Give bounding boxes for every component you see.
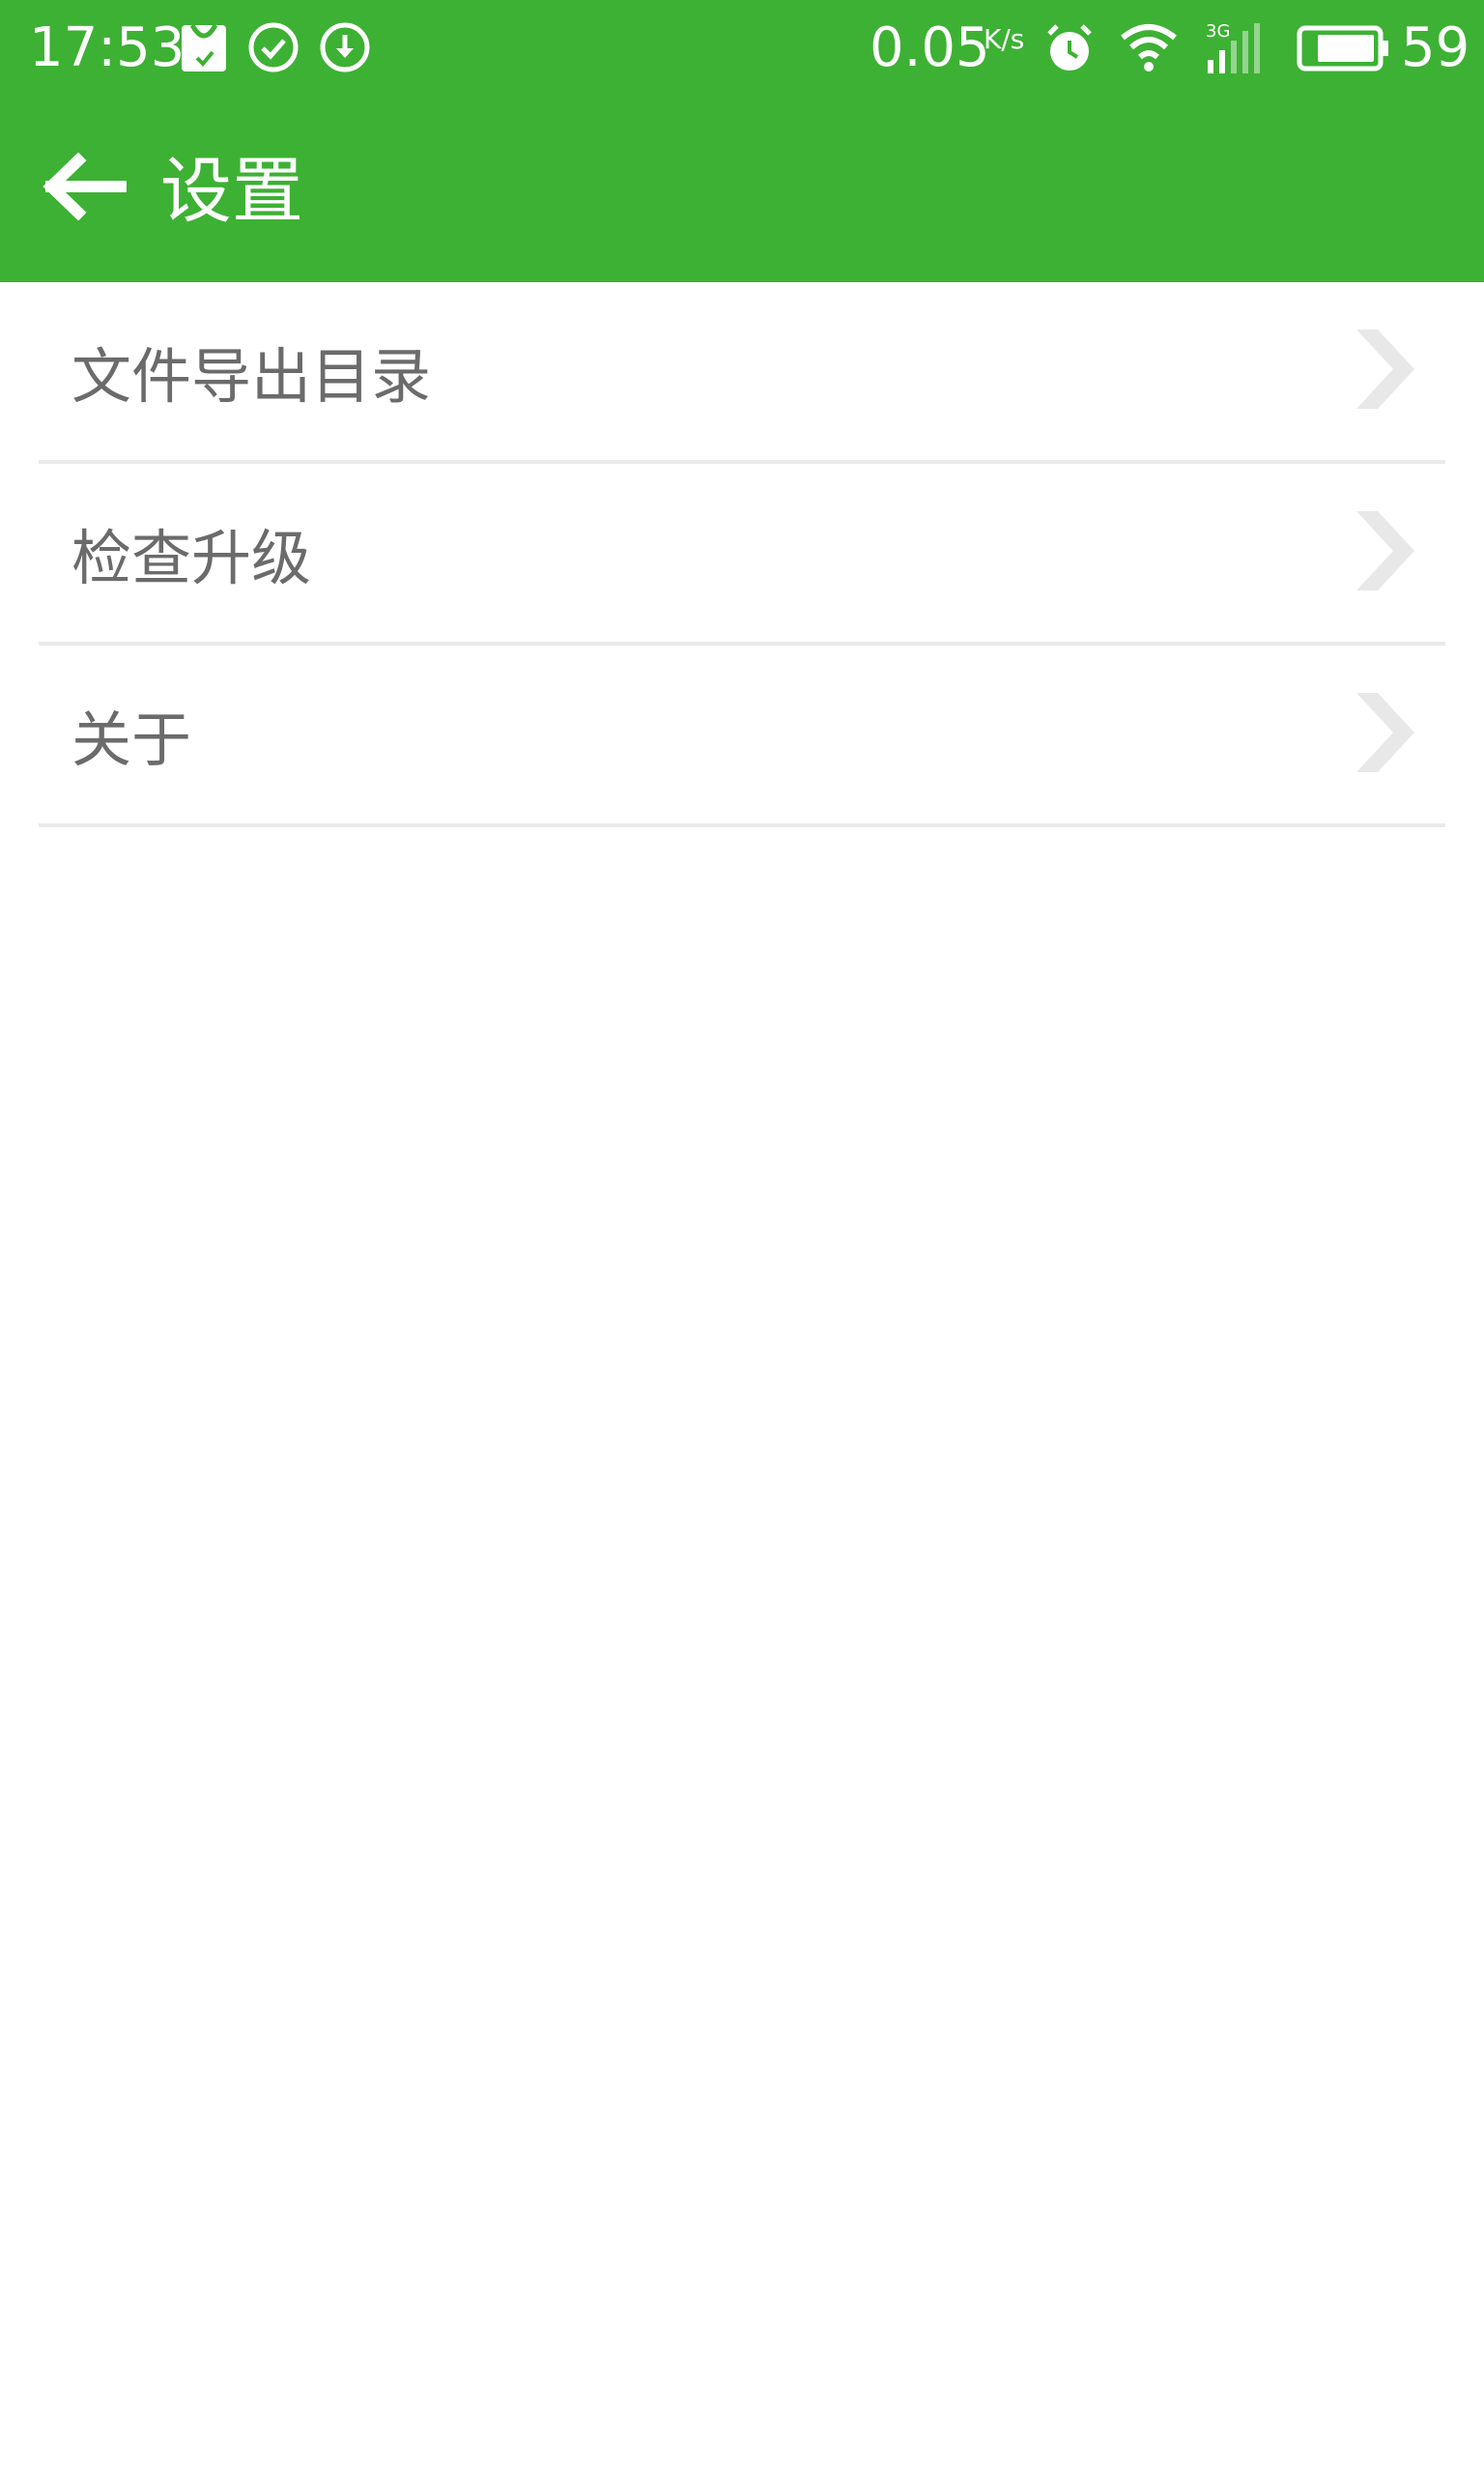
chevron-right-icon: [1353, 509, 1416, 596]
network-type-label: 3G: [1206, 21, 1230, 42]
settings-item-label: 检查升级: [71, 523, 312, 593]
alarm-icon: [1043, 22, 1096, 74]
signal-icon: 3G: [1202, 19, 1273, 77]
battery-percent: 59: [1401, 16, 1470, 79]
net-speed-unit: K/s: [984, 23, 1025, 55]
chevron-right-icon: [1353, 328, 1416, 415]
status-time: 17:53: [29, 16, 186, 79]
settings-item-label: 文件导出目录: [71, 341, 432, 412]
wifi-icon: [1119, 22, 1179, 74]
check-circle-icon: [247, 21, 300, 75]
settings-list: 文件导出目录 检查升级 关于: [0, 282, 1484, 827]
net-speed: 0.05: [870, 16, 990, 79]
settings-item-check-update[interactable]: 检查升级: [39, 464, 1445, 646]
chevron-right-icon: [1353, 691, 1416, 778]
back-button[interactable]: [25, 135, 141, 242]
app-bar: 17:53 0.05 K/s 3G 59 设置: [0, 0, 1484, 282]
settings-item-export-directory[interactable]: 文件导出目录: [39, 282, 1445, 464]
settings-item-about[interactable]: 关于: [39, 646, 1445, 827]
settings-item-label: 关于: [71, 705, 192, 775]
download-circle-icon: [319, 21, 371, 75]
battery-icon: [1297, 22, 1389, 74]
system-icons: 3G: [1043, 21, 1389, 75]
status-bar: 17:53 0.05 K/s 3G 59: [0, 0, 1484, 97]
notification-icons: [180, 21, 371, 75]
page-title: 设置: [160, 150, 303, 233]
arrow-left-icon: [40, 152, 127, 224]
shopping-bag-icon: [180, 21, 228, 75]
